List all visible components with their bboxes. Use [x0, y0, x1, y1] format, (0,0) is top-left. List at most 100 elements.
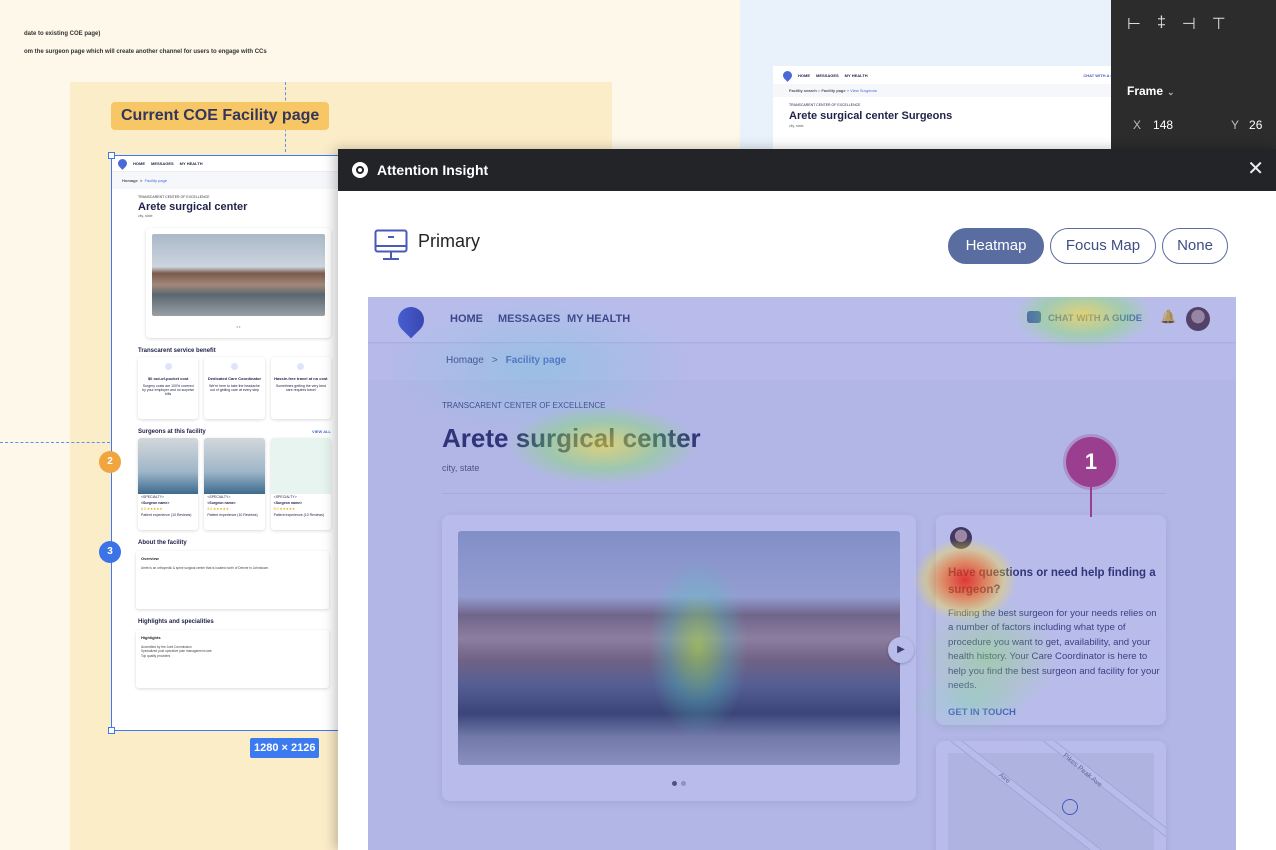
help-card-body: Finding the best surgeon for your needs …	[948, 608, 1160, 691]
mini-view-all-link[interactable]: VIEW ALL	[312, 429, 331, 435]
mini-benefit-text: We're here to take the headache out of g…	[209, 384, 260, 392]
preview-nav: HOME MESSAGES MY HEALTH CHAT WITH A GUID…	[773, 66, 1133, 84]
mini-benefit-title: Dedicated Care Coordinator	[207, 376, 262, 381]
bell-icon[interactable]: 🔔	[1160, 309, 1176, 325]
mini-nav-messages[interactable]: MESSAGES	[151, 161, 174, 166]
heatmap-toggle-button[interactable]: Heatmap	[948, 228, 1044, 264]
location-map-card: Aire Pikes Peak Ave	[936, 741, 1166, 850]
mini-breadcrumb-current: Facility page	[144, 178, 168, 183]
surgeon-reviews: Patient experience (10 Reviews)	[141, 513, 192, 517]
map-street-label: Pikes Peak Ave	[1061, 752, 1104, 789]
focus-point-stem	[1090, 487, 1092, 517]
chat-icon	[1027, 311, 1041, 323]
position-y-value[interactable]: 26	[1249, 118, 1262, 132]
mini-highlight-item: Top quality providers	[141, 653, 171, 658]
figma-properties-panel: ⊢ ‡ ⊣ ⊤ Frame ⌄ X 148 Y 26	[1111, 0, 1276, 150]
mini-benefits: $0 out-of-pocket cost Surgery costs are 1…	[112, 357, 339, 419]
preview-breadcrumb-b[interactable]: Facility page	[821, 88, 845, 93]
mini-benefit-title: $0 out-of-pocket cost	[147, 376, 189, 381]
nav-my-health[interactable]: MY HEALTH	[567, 313, 630, 325]
nav-messages[interactable]: MESSAGES	[498, 313, 560, 325]
mini-benefit-text: Sometimes getting the very best care req…	[275, 384, 326, 392]
coordinator-icon	[230, 363, 238, 370]
breadcrumb-home[interactable]: Homage	[446, 355, 484, 366]
surgeon-photo	[138, 438, 199, 494]
position-y-label: Y	[1231, 118, 1240, 132]
mini-benefits-heading: Transcarent service benefit	[138, 348, 216, 354]
preview-breadcrumb-a[interactable]: Facility search	[789, 88, 817, 93]
nav-home[interactable]: HOME	[450, 313, 483, 325]
get-in-touch-link[interactable]: GET IN TOUCH	[948, 707, 1016, 718]
desktop-monitor-icon	[374, 229, 408, 260]
align-right-icon[interactable]: ⊣	[1182, 14, 1196, 34]
chat-with-guide-link[interactable]: CHAT WITH A GUIDE	[1048, 313, 1142, 324]
care-coordinator-avatar	[950, 527, 972, 549]
mini-carousel-dots: • •	[236, 324, 241, 329]
map-road	[946, 741, 1110, 850]
mini-nav-home[interactable]: HOME	[133, 161, 145, 166]
section-label[interactable]: Current COE Facility page	[111, 102, 330, 130]
mini-highlights-title: Highlights	[141, 635, 161, 640]
breadcrumb: Homage > Facility page	[446, 355, 566, 366]
frame-type-dropdown[interactable]: Frame ⌄	[1127, 84, 1175, 98]
mini-surgeon-card[interactable]: <SPECIALTY> <Surgeon name> 5.0 ★★★★★ Patien…	[138, 438, 199, 530]
modal-header: Attention Insight ✕	[338, 149, 1276, 191]
mini-benefit-card: Dedicated Care Coordinator We're here to …	[204, 357, 264, 419]
position-x-value[interactable]: 148	[1153, 118, 1173, 132]
align-left-icon[interactable]: ⊢	[1127, 14, 1141, 34]
help-card-title: Have questions or need help finding a su…	[948, 567, 1156, 596]
mini-title: Arete surgical center	[138, 201, 248, 213]
resize-handle-top-left[interactable]	[108, 152, 115, 159]
canvas-note-2: om the surgeon page which will create an…	[24, 49, 267, 55]
surgeons-page-preview[interactable]: HOME MESSAGES MY HEALTH CHAT WITH A GUID…	[773, 66, 1133, 150]
mini-overview-title: Overview	[141, 556, 159, 561]
analyzed-page-preview: HOME MESSAGES MY HEALTH CHAT WITH A GUID…	[368, 297, 1236, 850]
modal-title: Attention Insight	[377, 162, 489, 178]
device-label: Primary	[418, 231, 480, 251]
help-card: Have questions or need help finding a su…	[936, 515, 1166, 725]
coe-facility-frame[interactable]: HOME MESSAGES MY HEALTH Homage > Facilit…	[111, 155, 340, 731]
mini-surgeon-card[interactable]: <SPECIALTY> <Surgeon name> 5.0 ★★★★★ Patien…	[204, 438, 265, 530]
canvas-note-1: date to existing COE page)	[24, 31, 101, 37]
surgeon-reviews: Patient experience (10 Reviews)	[207, 513, 258, 517]
mini-highlights-card: Highlights Accredited by the Joint Commi…	[136, 630, 329, 688]
facility-gallery: ▶	[442, 515, 916, 801]
preview-nav-messages[interactable]: MESSAGES	[816, 73, 839, 78]
preview-nav-home[interactable]: HOME	[798, 73, 810, 78]
align-center-icon[interactable]: ‡	[1157, 14, 1166, 34]
travel-icon	[297, 363, 305, 370]
annotation-badge-2[interactable]: 2	[99, 451, 121, 473]
facility-photo	[458, 531, 900, 765]
surgeon-photo-placeholder	[270, 438, 331, 494]
mini-about-heading: About the facility	[138, 540, 187, 546]
guide-line-horizontal	[0, 442, 110, 443]
focus-point-marker[interactable]: 1	[1066, 437, 1116, 487]
mini-benefit-text: Surgery costs are 100% covered by your e…	[142, 384, 195, 396]
mini-nav-my-health[interactable]: MY HEALTH	[180, 161, 203, 166]
resize-handle-bottom-left[interactable]	[108, 727, 115, 734]
mini-breadcrumb-home[interactable]: Homage	[122, 178, 138, 183]
frame-type-label: Frame	[1127, 84, 1164, 98]
carousel-dot[interactable]	[681, 781, 686, 786]
map[interactable]: Aire Pikes Peak Ave	[946, 741, 1166, 850]
preview-title: Arete surgical center Surgeons	[789, 110, 953, 122]
divider	[442, 493, 1166, 494]
position-y-field[interactable]: Y 26	[1231, 118, 1262, 132]
carousel-dot-active[interactable]	[672, 781, 677, 786]
position-x-field[interactable]: X 148	[1133, 118, 1173, 132]
avatar[interactable]	[1186, 307, 1210, 331]
mini-breadcrumb: Homage > Facility page	[112, 172, 339, 189]
mini-surgeon-card[interactable]: <SPECIALTY> <Surgeon name> 5.0 ★★★★★ Patien…	[270, 438, 331, 530]
focus-map-toggle-button[interactable]: Focus Map	[1050, 228, 1156, 264]
annotation-badge-3[interactable]: 3	[99, 541, 121, 563]
align-top-icon[interactable]: ⊤	[1212, 14, 1226, 34]
mini-facility-photo	[152, 234, 325, 316]
frame-size-label: 1280 × 2126	[250, 738, 320, 758]
carousel-next-button[interactable]: ▶	[888, 637, 914, 663]
none-toggle-button[interactable]: None	[1162, 228, 1228, 264]
page-subtitle: city, state	[442, 463, 480, 473]
preview-nav-my-health[interactable]: MY HEALTH	[845, 73, 868, 78]
preview-subtitle: city, state	[789, 124, 804, 128]
mini-surgeons: <SPECIALTY> <Surgeon name> 5.0 ★★★★★ Patien…	[112, 438, 339, 530]
close-icon[interactable]: ✕	[1247, 158, 1264, 180]
